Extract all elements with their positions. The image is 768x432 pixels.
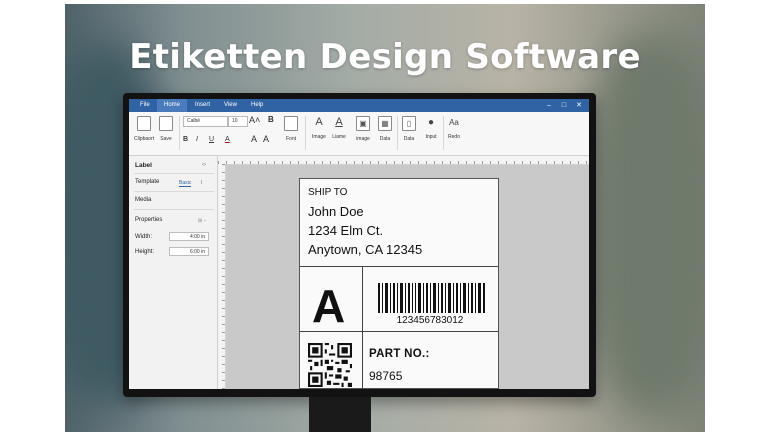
tool-label: Input [425, 134, 437, 140]
height-field[interactable]: 6:00 in [169, 247, 209, 256]
divider [134, 191, 214, 192]
tool-liame-button[interactable]: A Liame [327, 116, 351, 140]
label-divider [362, 266, 363, 389]
redo-button[interactable]: Aa Redo [442, 116, 466, 140]
font-size-select[interactable]: 10 [228, 116, 248, 127]
height-label: Height: [135, 249, 155, 255]
tab-next[interactable]: I [201, 180, 202, 186]
font-name-select[interactable]: Calbé [183, 116, 228, 127]
horizontal-ruler [218, 156, 589, 165]
data-grid-icon: ▦ [378, 116, 392, 131]
template-label: Template [135, 179, 160, 185]
app-window: File Home Insert View Help – □ ✕ Clipbao… [129, 99, 589, 389]
maximize-icon[interactable]: □ [558, 99, 570, 112]
ribbon-separator [179, 116, 180, 150]
clipboard-button[interactable]: Clipbaort [132, 116, 156, 142]
font-color-button[interactable]: A [225, 136, 230, 143]
input-circle-icon: ● [427, 117, 435, 128]
properties-options-icon[interactable]: ⊞ − [198, 218, 207, 224]
recipient-name[interactable]: John Doe [308, 204, 364, 219]
menu-insert[interactable]: Insert [188, 99, 217, 112]
save-button[interactable]: Save [154, 116, 178, 142]
clipboard-icon [137, 116, 151, 131]
tool-label: image [356, 136, 370, 142]
close-icon[interactable]: ✕ [573, 99, 585, 112]
grow-font-button[interactable]: A˄ [249, 115, 260, 125]
menu-help[interactable]: Help [244, 99, 270, 112]
menu-view[interactable]: View [217, 99, 244, 112]
ship-to-heading[interactable]: SHIP TO [308, 187, 347, 198]
tool-input-button[interactable]: ● Input [419, 116, 443, 140]
zone-letter[interactable]: A [312, 283, 345, 329]
width-label: Width: [135, 234, 153, 240]
vertical-ruler [218, 164, 226, 389]
shrink-font-button[interactable]: B [268, 115, 274, 124]
font-label: Font [285, 136, 296, 142]
headline: Etiketten Design Software [129, 37, 641, 77]
collapse-icon[interactable]: ‹› [202, 162, 206, 168]
street-address[interactable]: 1234 Elm Ct. [308, 223, 383, 238]
qr-code-icon[interactable] [308, 343, 352, 387]
panel-title: Label [135, 162, 152, 169]
part-number-label[interactable]: PART NO.: [369, 348, 430, 360]
blurred-shelf-right [585, 34, 705, 414]
barcode-icon[interactable] [378, 283, 486, 313]
grow-a-button[interactable]: A [251, 134, 257, 144]
device-icon: ▯ [402, 116, 416, 131]
divider [134, 209, 214, 210]
monitor-stand [309, 397, 371, 432]
tool-data-button[interactable]: ▦ Data [373, 116, 397, 142]
design-canvas[interactable]: SHIP TO John Doe 1234 Elm Ct. Anytown, C… [218, 156, 589, 389]
menu-home[interactable]: Home [157, 99, 188, 112]
minimize-icon[interactable]: – [543, 99, 555, 112]
barcode-number[interactable]: 123456783012 [364, 315, 496, 326]
redo-aa-icon: Aa [449, 118, 459, 127]
bold-button[interactable]: B [183, 136, 188, 143]
tool-label: Data [379, 136, 391, 142]
shipping-label[interactable]: SHIP TO John Doe 1234 Elm Ct. Anytown, C… [299, 178, 499, 389]
city-address[interactable]: Anytown, CA 12345 [308, 242, 422, 257]
title-bar: File Home Insert View Help – □ ✕ [129, 99, 589, 112]
image-icon: ▣ [356, 116, 370, 131]
properties-label: Properties [135, 217, 163, 223]
tool-label: Redo [448, 134, 460, 140]
ribbon: Clipbaort Save Calbé 10 A˄ B B I U A A A… [129, 112, 589, 156]
text-a-icon: A [315, 116, 323, 128]
text-a-underline-icon: A [335, 116, 343, 128]
font-dialog-button[interactable]: Font [279, 116, 303, 142]
underline-button[interactable]: U [209, 136, 214, 143]
save-icon [159, 116, 173, 131]
paragraph-icon [284, 116, 298, 131]
save-label: Save [160, 136, 172, 142]
clipboard-label: Clipbaort [133, 136, 154, 142]
tool-label: Data [403, 136, 415, 142]
italic-button[interactable]: I [196, 136, 198, 143]
width-field[interactable]: 4:00 in [169, 232, 209, 241]
monitor: File Home Insert View Help – □ ✕ Clipbao… [123, 93, 596, 397]
part-number-value[interactable]: 98765 [369, 369, 402, 383]
tab-basic[interactable]: Basic [179, 180, 192, 187]
shrink-a-button[interactable]: A [263, 134, 269, 144]
menu-file[interactable]: File [133, 99, 157, 112]
media-label[interactable]: Media [135, 197, 151, 203]
properties-panel: Label ‹› Template Basic I Media Properti… [129, 156, 218, 389]
tool-data2-button[interactable]: ▯ Data [397, 116, 421, 142]
ribbon-separator [305, 116, 306, 150]
label-divider [300, 266, 498, 267]
divider [134, 173, 214, 174]
tool-label: Liame [332, 134, 346, 140]
tool-image2-button[interactable]: ▣ image [351, 116, 375, 142]
